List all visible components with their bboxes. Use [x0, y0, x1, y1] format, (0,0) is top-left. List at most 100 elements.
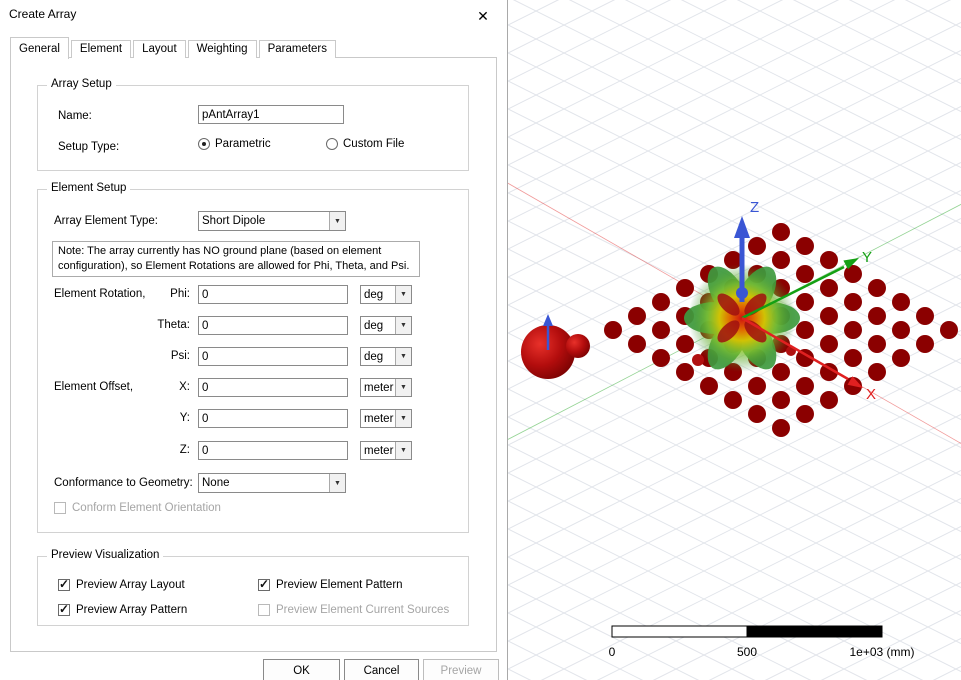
- parametric-radio-label: Parametric: [215, 138, 271, 150]
- preview-array-pattern-label: Preview Array Pattern: [76, 604, 187, 616]
- scale-tick-1000: 1e+03 (mm): [849, 645, 914, 659]
- app-window: Create Array ✕ General Element Layout We…: [0, 0, 961, 680]
- theta-label: Theta:: [98, 319, 190, 331]
- array-name-input[interactable]: [198, 105, 344, 124]
- array-element-dot: [772, 391, 790, 409]
- tab-weighting[interactable]: Weighting: [188, 40, 257, 58]
- array-element-dot: [820, 251, 838, 269]
- scale-tick-0: 0: [609, 645, 616, 659]
- close-icon[interactable]: ✕: [467, 4, 499, 28]
- preview-element-pattern-checkbox[interactable]: Preview Element Pattern: [258, 579, 403, 591]
- radio-unselected-icon: [326, 138, 338, 150]
- chevron-down-icon[interactable]: ▼: [395, 379, 411, 396]
- scale-bar-segment-black: [747, 626, 882, 637]
- array-element-type-combo[interactable]: Short Dipole ▼: [198, 211, 346, 231]
- tab-parameters[interactable]: Parameters: [259, 40, 336, 58]
- array-element-dot: [772, 223, 790, 241]
- preview-element-pattern-label: Preview Element Pattern: [276, 579, 403, 591]
- checkbox-checked-icon: [58, 604, 70, 616]
- theta-input[interactable]: [198, 316, 348, 335]
- conformance-value: None: [199, 477, 329, 489]
- dialog-titlebar[interactable]: Create Array ✕: [0, 0, 507, 30]
- checkbox-checked-icon: [58, 579, 70, 591]
- 3d-scene[interactable]: Z Y X 0 500 1e+03 (mm): [508, 0, 961, 680]
- preview-element-current-sources-label: Preview Element Current Sources: [276, 604, 449, 616]
- array-element-dot: [796, 237, 814, 255]
- offset-z-input[interactable]: [198, 441, 348, 460]
- parametric-radio[interactable]: Parametric: [198, 138, 271, 150]
- array-element-dot: [772, 419, 790, 437]
- array-element-dot: [892, 293, 910, 311]
- offset-x-unit-combo[interactable]: meter ▼: [360, 378, 412, 397]
- array-element-dot: [748, 405, 766, 423]
- tab-general[interactable]: General: [10, 37, 69, 59]
- phi-unit-value: deg: [361, 289, 395, 301]
- array-element-dot: [844, 321, 862, 339]
- array-element-type-label: Array Element Type:: [54, 215, 158, 227]
- psi-unit-value: deg: [361, 351, 395, 363]
- array-element-dot: [868, 363, 886, 381]
- theta-unit-combo[interactable]: deg ▼: [360, 316, 412, 335]
- psi-label: Psi:: [98, 350, 190, 362]
- custom-file-radio[interactable]: Custom File: [326, 138, 404, 150]
- offset-y-input[interactable]: [198, 409, 348, 428]
- phi-input[interactable]: [198, 285, 348, 304]
- scale-bar-segment-white: [612, 626, 747, 637]
- preview-visualization-legend: Preview Visualization: [47, 549, 163, 561]
- array-element-dot: [868, 307, 886, 325]
- x-axis-label: X: [866, 386, 876, 403]
- array-element-dot: [820, 307, 838, 325]
- 3d-viewport[interactable]: Z Y X 0 500 1e+03 (mm): [508, 0, 961, 680]
- array-element-dot: [700, 377, 718, 395]
- array-element-dot: [844, 349, 862, 367]
- z-axis-label: Z: [750, 199, 759, 216]
- tab-page-general: Array Setup Name: Setup Type: Parametric…: [10, 57, 497, 652]
- element-setup-group: Element Setup Array Element Type: Short …: [37, 189, 469, 533]
- dialog-title: Create Array: [9, 7, 76, 21]
- custom-file-radio-label: Custom File: [343, 138, 404, 150]
- preview-array-pattern-checkbox[interactable]: Preview Array Pattern: [58, 604, 187, 616]
- offset-z-unit-combo[interactable]: meter ▼: [360, 441, 412, 460]
- checkbox-unchecked-icon: [54, 502, 66, 514]
- chevron-down-icon[interactable]: ▼: [395, 348, 411, 365]
- array-element-dot: [892, 321, 910, 339]
- chevron-down-icon[interactable]: ▼: [395, 317, 411, 334]
- conformance-combo[interactable]: None ▼: [198, 473, 346, 493]
- array-element-dot: [676, 279, 694, 297]
- array-element-dot: [796, 265, 814, 283]
- preview-visualization-group: Preview Visualization Preview Array Layo…: [37, 556, 469, 626]
- array-element-dot: [820, 279, 838, 297]
- offset-x-input[interactable]: [198, 378, 348, 397]
- offset-y-unit-value: meter: [361, 413, 395, 425]
- name-label: Name:: [58, 110, 92, 122]
- ok-button[interactable]: OK: [263, 659, 340, 680]
- phi-unit-combo[interactable]: deg ▼: [360, 285, 412, 304]
- array-element-dot: [940, 321, 958, 339]
- chevron-down-icon[interactable]: ▼: [395, 410, 411, 427]
- array-element-dot: [652, 321, 670, 339]
- conformance-label: Conformance to Geometry:: [54, 477, 193, 489]
- conform-element-orientation-checkbox: Conform Element Orientation: [54, 502, 221, 514]
- cancel-button[interactable]: Cancel: [344, 659, 419, 680]
- chevron-down-icon[interactable]: ▼: [329, 212, 345, 230]
- preview-array-layout-checkbox[interactable]: Preview Array Layout: [58, 579, 185, 591]
- conform-element-orientation-label: Conform Element Orientation: [72, 502, 221, 514]
- chevron-down-icon[interactable]: ▼: [395, 442, 411, 459]
- psi-unit-combo[interactable]: deg ▼: [360, 347, 412, 366]
- scale-tick-500: 500: [737, 645, 757, 659]
- psi-input[interactable]: [198, 347, 348, 366]
- array-element-dot: [724, 391, 742, 409]
- offset-y-label: Y:: [98, 412, 190, 424]
- array-element-dot: [820, 391, 838, 409]
- chevron-down-icon[interactable]: ▼: [329, 474, 345, 492]
- array-element-dot: [820, 335, 838, 353]
- offset-y-unit-combo[interactable]: meter ▼: [360, 409, 412, 428]
- array-element-dot: [892, 349, 910, 367]
- array-element-dot: [796, 405, 814, 423]
- tab-strip: General Element Layout Weighting Paramet…: [10, 36, 338, 58]
- chevron-down-icon[interactable]: ▼: [395, 286, 411, 303]
- tab-layout[interactable]: Layout: [133, 40, 186, 58]
- array-element-dot: [772, 251, 790, 269]
- array-element-dot: [676, 363, 694, 381]
- tab-element[interactable]: Element: [71, 40, 131, 58]
